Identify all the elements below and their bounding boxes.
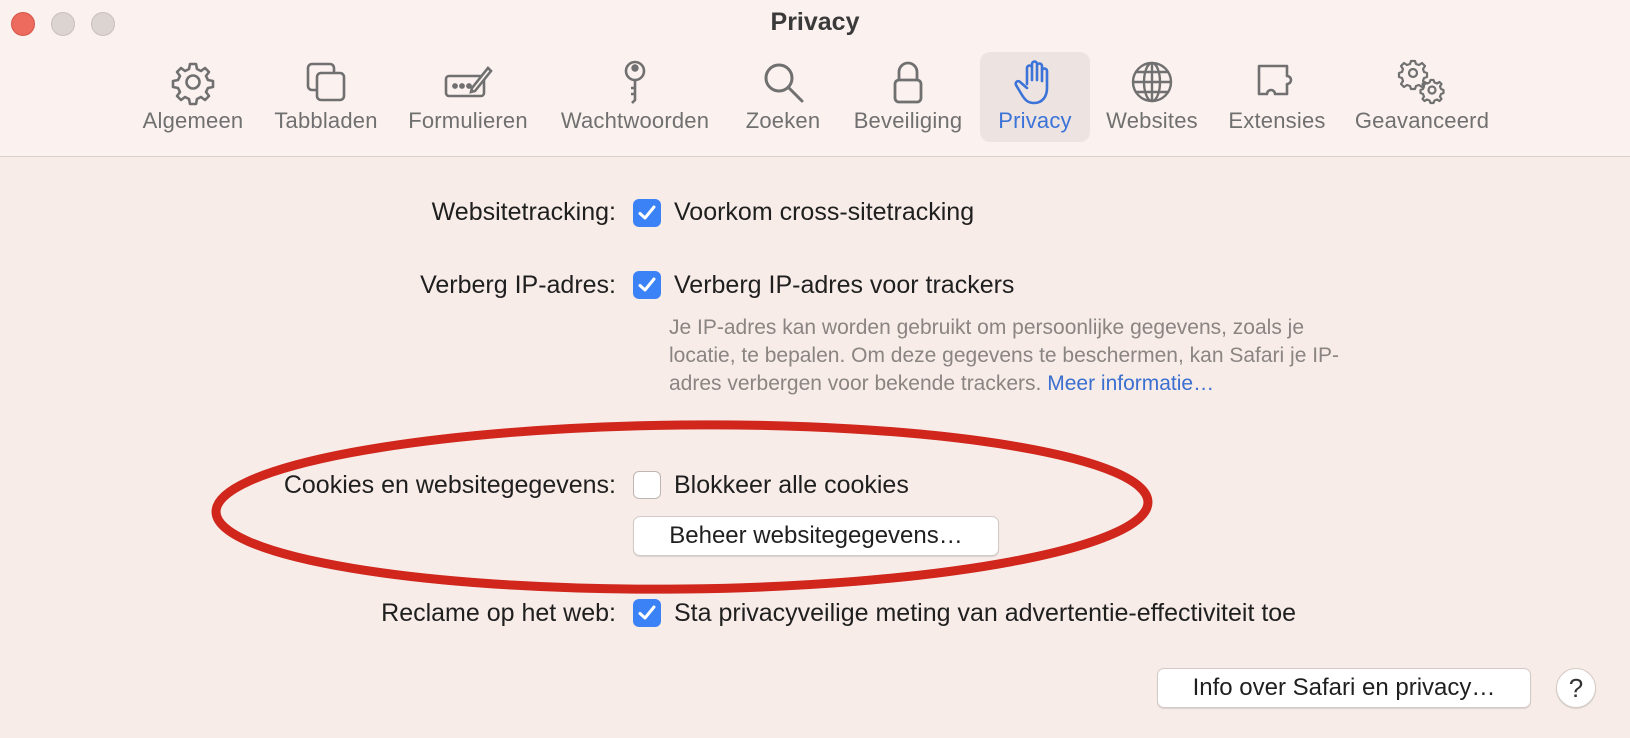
tab-formulieren[interactable]: Formulieren [402, 52, 534, 142]
hide-ip-description: Je IP-adres kan worden gebruikt om perso… [669, 314, 1369, 398]
hide-ip-checkbox[interactable] [633, 271, 661, 299]
toolbar: Privacy Algemeen Tabbladen Formulieren W… [0, 0, 1630, 157]
ads-label: Reclame op het web: [381, 599, 616, 627]
tab-label: Zoeken [745, 108, 821, 133]
tab-label: Wachtwoorden [560, 108, 710, 133]
ads-option-label[interactable]: Sta privacyveilige meting van advertenti… [674, 599, 1296, 628]
tab-label: Geavanceerd [1354, 108, 1490, 133]
tab-geavanceerd[interactable]: Geavanceerd [1352, 52, 1492, 142]
tab-wachtwoorden[interactable]: Wachtwoorden [555, 52, 715, 142]
tab-label: Formulieren [408, 108, 528, 133]
tab-zoeken[interactable]: Zoeken [735, 52, 831, 142]
annotation-ellipse [211, 420, 1153, 594]
tab-label: Websites [1106, 108, 1198, 133]
tab-label: Tabbladen [274, 108, 378, 133]
tracking-label: Websitetracking: [431, 198, 616, 226]
tab-label: Beveiliging [853, 108, 963, 133]
gears-icon [1397, 59, 1445, 105]
globe-icon [1131, 61, 1173, 103]
tracking-option-label[interactable]: Voorkom cross-sitetracking [674, 198, 974, 227]
tab-label: Privacy [998, 108, 1072, 133]
checkmark-icon [638, 277, 656, 292]
tab-tabbladen[interactable]: Tabbladen [268, 52, 384, 142]
lock-icon [893, 61, 923, 104]
tab-extensies[interactable]: Extensies [1222, 52, 1332, 142]
help-button[interactable]: ? [1556, 668, 1596, 708]
checkmark-icon [638, 605, 656, 620]
tab-label: Algemeen [142, 108, 244, 133]
info-safari-privacy-button[interactable]: Info over Safari en privacy… [1157, 668, 1531, 708]
key-icon [624, 60, 646, 104]
tab-label: Extensies [1228, 108, 1326, 133]
hide-ip-option-label[interactable]: Verberg IP-adres voor trackers [674, 271, 1014, 300]
window-title: Privacy [770, 8, 860, 36]
tab-privacy[interactable]: Privacy [980, 52, 1090, 142]
tab-algemeen[interactable]: Algemeen [138, 52, 248, 142]
hand-icon [1014, 60, 1049, 105]
form-pencil-icon [444, 66, 493, 98]
tab-beveiliging[interactable]: Beveiliging [848, 52, 968, 142]
hide-ip-label: Verberg IP-adres: [420, 271, 616, 299]
puzzle-icon [1257, 64, 1293, 96]
privacy-ad-measurement-checkbox[interactable] [633, 599, 661, 627]
gear-icon [171, 62, 215, 106]
search-icon [764, 63, 804, 103]
hide-ip-description-text: Je IP-adres kan worden gebruikt om perso… [669, 316, 1340, 395]
more-info-link[interactable]: Meer informatie… [1047, 372, 1214, 395]
tab-websites[interactable]: Websites [1102, 52, 1202, 142]
prevent-cross-site-tracking-checkbox[interactable] [633, 199, 661, 227]
tabs-icon [306, 62, 346, 102]
checkmark-icon [638, 205, 656, 220]
